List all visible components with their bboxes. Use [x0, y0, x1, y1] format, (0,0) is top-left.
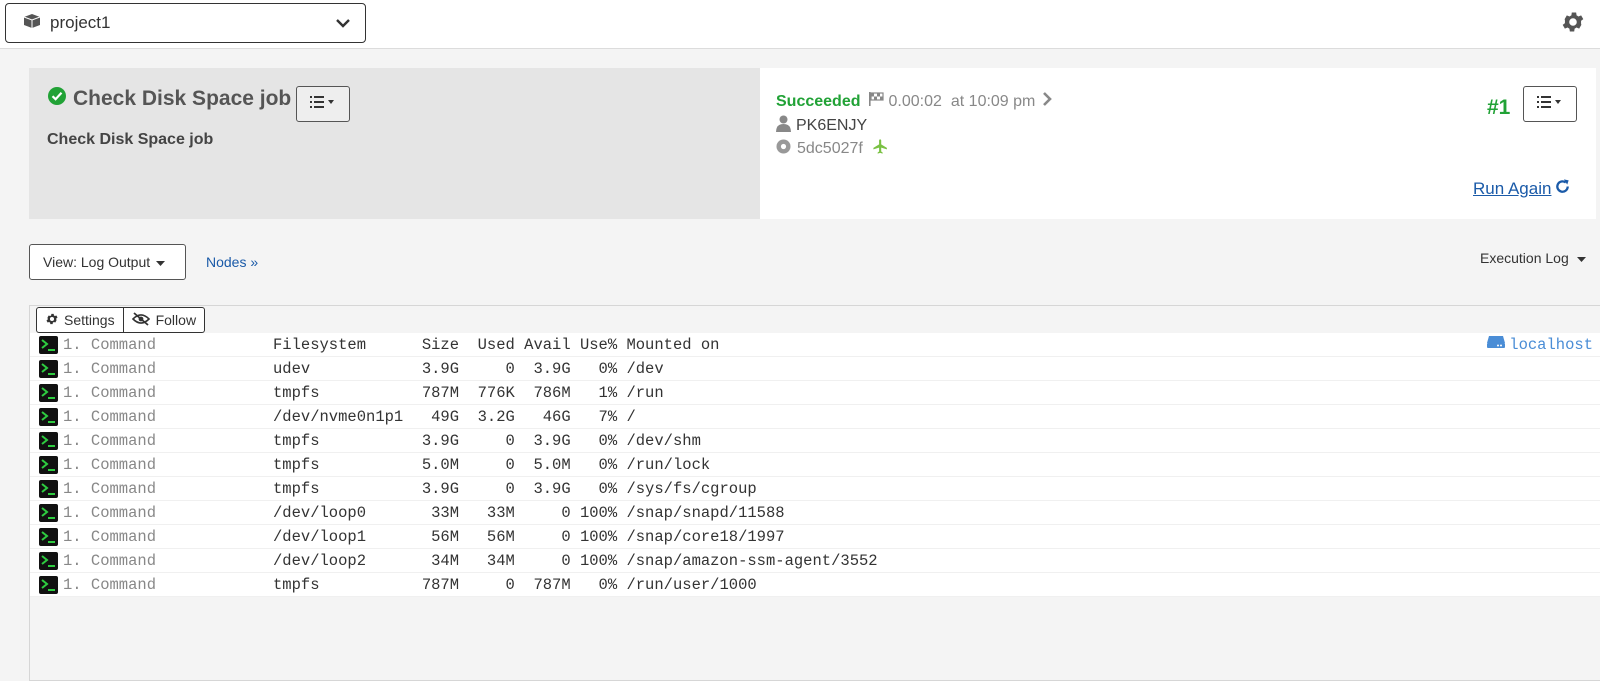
execution-actions-button[interactable]	[1523, 86, 1577, 122]
job-title[interactable]: Check Disk Space job	[73, 87, 291, 111]
terminal-icon	[39, 576, 58, 602]
execution-status-row: Succeeded 0.00:02 at 10:09 pm	[776, 92, 1053, 111]
caret-down-icon	[1576, 250, 1586, 266]
execution-duration: 0.00:02	[888, 92, 942, 110]
log-row: 1. Command/dev/loop1 56M 56M 0 100% /sna…	[30, 525, 1600, 549]
log-line-text: Filesystem Size Used Avail Use% Mounted …	[273, 336, 720, 354]
log-step-label[interactable]: 1. Command	[63, 573, 156, 597]
log-step-label[interactable]: 1. Command	[63, 405, 156, 429]
project-name: project1	[50, 13, 111, 32]
log-step-label[interactable]: 1. Command	[63, 477, 156, 501]
log-rows: 1. Command Filesystem Size Used Avail Use…	[30, 333, 1600, 597]
job-description: Check Disk Space job	[47, 131, 214, 148]
execution-log-dropdown[interactable]: Execution Log	[1480, 250, 1586, 266]
log-step-label[interactable]: 1. Command	[63, 549, 156, 573]
log-settings-button[interactable]: Settings	[36, 307, 124, 333]
view-mode-dropdown[interactable]: View: Log Output	[29, 244, 186, 280]
log-line-text: /dev/loop1 56M 56M 0 100% /snap/core18/1…	[273, 528, 785, 546]
log-step-label[interactable]: 1. Command	[63, 429, 156, 453]
nodes-link[interactable]: Nodes »	[206, 254, 258, 270]
flag-checkered-icon	[868, 92, 885, 111]
log-settings-label: Settings	[64, 312, 115, 328]
execution-log-label: Execution Log	[1480, 250, 1569, 266]
log-step-label[interactable]: 1. Command	[63, 333, 156, 357]
log-step-label[interactable]: 1. Command	[63, 525, 156, 549]
log-line-text: /dev/loop2 34M 34M 0 100% /snap/amazon-s…	[273, 552, 878, 570]
run-again-label: Run Again	[1473, 179, 1552, 198]
log-step-label[interactable]: 1. Command	[63, 357, 156, 381]
log-line-text: udev 3.9G 0 3.9G 0% /dev	[273, 360, 664, 378]
project-selector[interactable]: project1	[5, 3, 366, 43]
log-line-text: /dev/nvme0n1p1 49G 3.2G 46G 7% /	[273, 408, 636, 426]
log-line-text: tmpfs 3.9G 0 3.9G 0% /dev/shm	[273, 432, 701, 450]
log-row: 1. Command tmpfs 5.0M 0 5.0M 0% /run/lock	[30, 453, 1600, 477]
gear-icon	[45, 312, 59, 329]
log-step-label[interactable]: 1. Command	[63, 381, 156, 405]
gear-icon[interactable]	[1560, 9, 1586, 40]
status-text: Succeeded	[776, 92, 861, 110]
plane-icon	[872, 138, 889, 160]
log-node-link[interactable]: localhost	[1486, 333, 1593, 357]
log-step-label[interactable]: 1. Command	[63, 501, 156, 525]
log-line-text: tmpfs 5.0M 0 5.0M 0% /run/lock	[273, 456, 711, 474]
log-controls: Settings Follow	[36, 307, 206, 333]
execution-user: PK6ENJY	[796, 117, 868, 134]
list-icon	[1536, 95, 1564, 114]
top-bar: project1	[0, 0, 1600, 49]
log-row: 1. Command tmpfs 3.9G 0 3.9G 0% /dev/shm	[30, 429, 1600, 453]
log-row: 1. Command/dev/loop2 34M 34M 0 100% /sna…	[30, 549, 1600, 573]
log-row: 1. Command Filesystem Size Used Avail Use…	[30, 333, 1600, 357]
log-row: 1. Command tmpfs 3.9G 0 3.9G 0% /sys/fs/c…	[30, 477, 1600, 501]
job-info-panel: Check Disk Space job Check Disk Space jo…	[29, 68, 760, 219]
execution-header: Check Disk Space job Check Disk Space jo…	[29, 68, 1596, 219]
check-circle-icon	[47, 86, 67, 111]
job-title-row: Check Disk Space job	[47, 86, 291, 111]
log-row: 1. Command tmpfs 787M 776K 786M 1% /run	[30, 381, 1600, 405]
view-mode-label: View: Log Output	[43, 254, 151, 270]
execution-user-row: PK6ENJY	[776, 115, 867, 137]
log-follow-button[interactable]: Follow	[123, 307, 206, 333]
log-row: 1. Command/dev/loop0 33M 33M 0 100% /sna…	[30, 501, 1600, 525]
user-icon	[776, 115, 791, 137]
refresh-icon	[1554, 178, 1571, 200]
job-actions-button[interactable]	[296, 86, 350, 122]
run-again-link[interactable]: Run Again	[1473, 178, 1571, 200]
execution-node-id: 5dc5027f	[797, 140, 863, 157]
chevron-down-icon	[335, 15, 351, 36]
log-line-text: tmpfs 787M 0 787M 0% /run/user/1000	[273, 576, 757, 594]
list-icon	[309, 95, 337, 114]
execution-number[interactable]: #1	[1487, 96, 1510, 120]
chevron-right-icon[interactable]	[1042, 92, 1053, 111]
caret-down-icon	[156, 254, 166, 270]
circle-dot-icon	[776, 139, 791, 159]
eye-slash-icon	[131, 311, 150, 329]
log-node-name: localhost	[1509, 336, 1593, 354]
execution-time: at 10:09 pm	[950, 92, 1036, 110]
log-output-panel: Settings Follow 1. Command Filesystem Siz…	[29, 305, 1600, 681]
log-row: 1. Command/dev/nvme0n1p1 49G 3.2G 46G 7%…	[30, 405, 1600, 429]
log-follow-label: Follow	[155, 312, 197, 328]
execution-node-row: 5dc5027f	[776, 138, 889, 160]
server-icon	[1486, 333, 1506, 357]
log-row: 1. Command udev 3.9G 0 3.9G 0% /dev	[30, 357, 1600, 381]
log-step-label[interactable]: 1. Command	[63, 453, 156, 477]
log-line-text: /dev/loop0 33M 33M 0 100% /snap/snapd/11…	[273, 504, 785, 522]
log-line-text: tmpfs 787M 776K 786M 1% /run	[273, 384, 664, 402]
log-line-text: tmpfs 3.9G 0 3.9G 0% /sys/fs/cgroup	[273, 480, 757, 498]
cubes-icon	[22, 13, 42, 34]
log-row: 1. Command tmpfs 787M 0 787M 0% /run/user…	[30, 573, 1600, 597]
